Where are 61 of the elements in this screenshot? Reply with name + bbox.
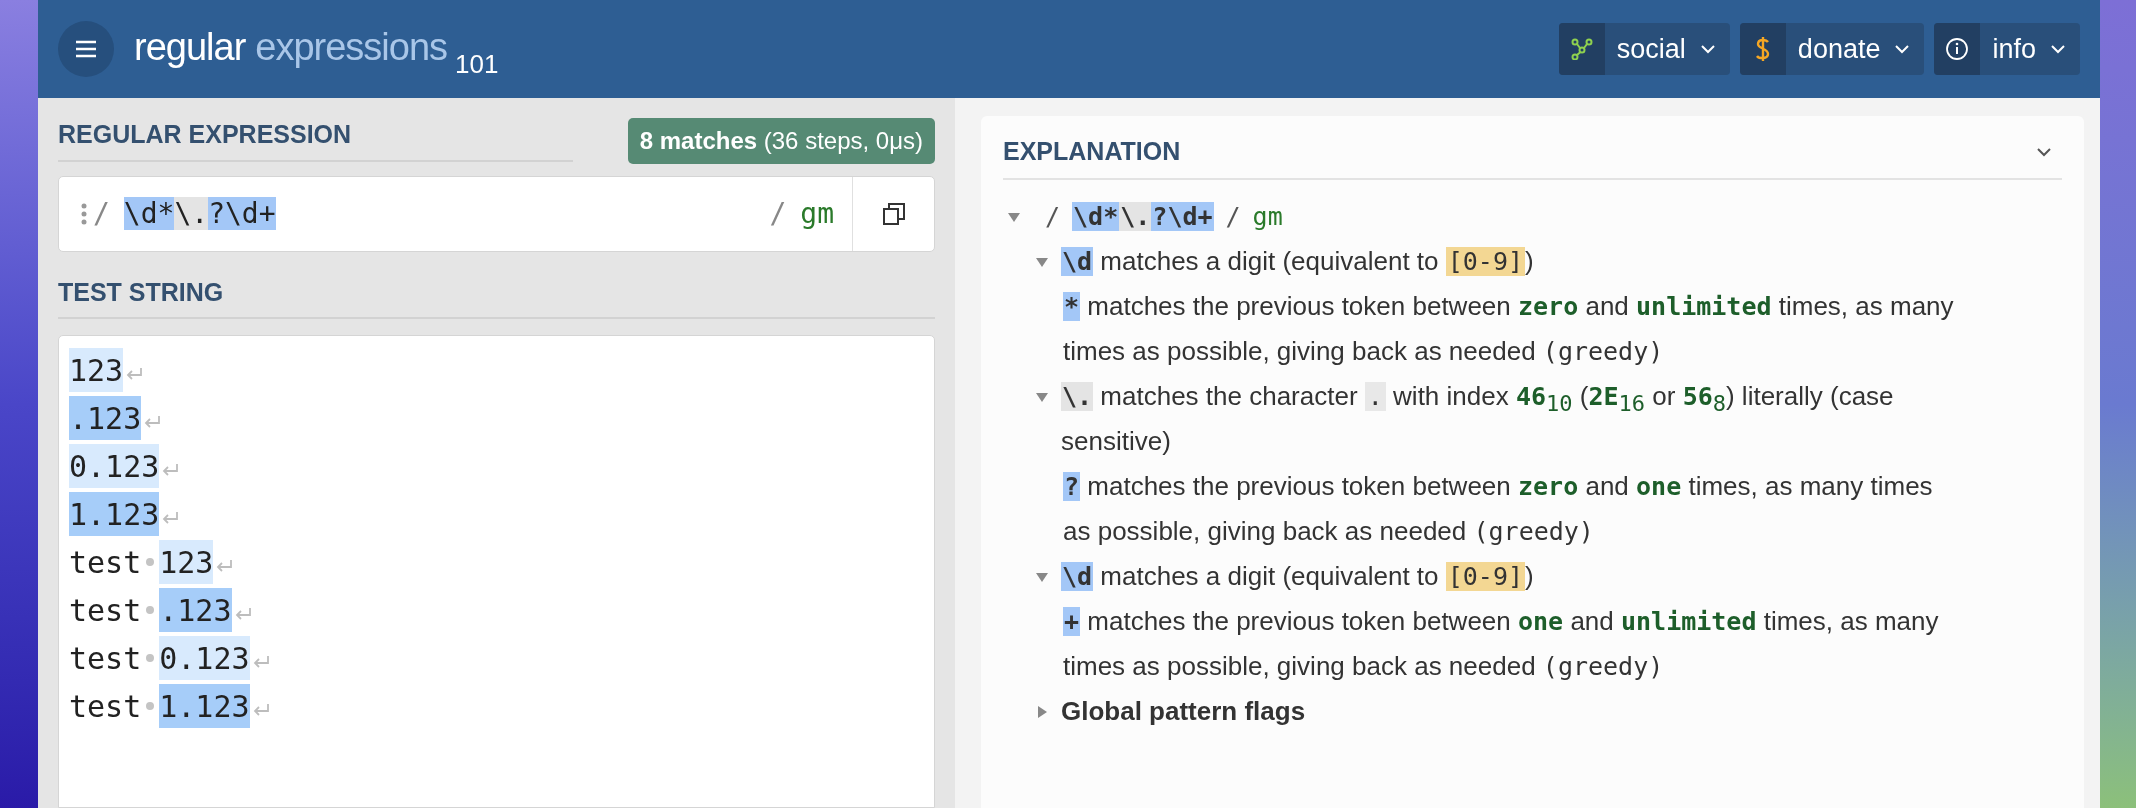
collapse-button[interactable] — [2036, 147, 2052, 157]
chevron-down-icon — [2050, 44, 2066, 54]
header-dropdown-button[interactable]: info — [1934, 23, 2080, 75]
explanation-text: Global pattern flags — [1061, 695, 1306, 728]
chevron-down-icon — [1699, 44, 1716, 54]
chevron-down-icon — [1894, 44, 1911, 54]
regex-delimiter: / — [769, 195, 787, 232]
explanation-text: * matches the previous token between zero and unlimited times, as many times as possible, giving back as needed (greedy) — [1063, 290, 1955, 368]
collapse-triangle-icon[interactable] — [1035, 255, 1049, 269]
test-text: test — [69, 639, 142, 678]
dollar-icon — [1754, 36, 1771, 62]
menu-icon — [74, 39, 98, 59]
line-break-icon — [161, 511, 180, 525]
collapse-triangle-icon[interactable] — [1035, 570, 1049, 584]
match-highlight: .123 — [69, 396, 142, 440]
line-break-icon — [251, 655, 270, 669]
explanation-text: \d matches a digit (equivalent to [0-9]) — [1061, 245, 1534, 278]
line-break-icon — [143, 415, 162, 429]
line-break-icon — [233, 607, 252, 621]
section-title: EXPLANATION — [1003, 136, 1181, 168]
regex-field[interactable]: / \d*\.?\d+ / gm — [58, 175, 935, 252]
match-highlight: 0.123 — [69, 444, 160, 488]
explanation-text: / \d*\.?\d+ / gm — [1044, 201, 1283, 233]
copy-icon — [881, 201, 906, 226]
explanation-text: ? matches the previous token between zero and one times, as many times as possible, giving back as needed (greedy) — [1063, 470, 1934, 548]
line-break-icon — [215, 559, 234, 573]
explanation-text: + matches the previous token between one and unlimited times, as many times as possible, giving back as needed (greedy) — [1063, 605, 1940, 683]
share-nodes-icon — [1570, 38, 1593, 60]
logo-subtitle: expressions — [255, 24, 448, 70]
test-string-editor[interactable]: 123 .123 0.123 1.123 test 123 test .123 test 0.123 test 1.123 — [58, 335, 935, 808]
test-text: test — [69, 687, 142, 726]
match-highlight: 1.123 — [69, 492, 160, 536]
line-break-icon — [125, 367, 144, 381]
collapse-triangle-icon[interactable] — [1035, 390, 1049, 404]
line-break-icon — [251, 703, 270, 717]
line-break-icon — [161, 463, 180, 477]
info-icon — [1945, 37, 1970, 61]
test-text: test — [69, 591, 142, 630]
match-highlight: 123 — [69, 348, 124, 392]
menu-button[interactable] — [58, 21, 114, 77]
regex-delimiter: / — [93, 195, 110, 232]
collapse-triangle-icon[interactable] — [1007, 210, 1021, 224]
explanation-text: \d matches a digit (equivalent to [0-9]) — [1061, 560, 1534, 593]
expand-triangle-icon[interactable] — [1035, 705, 1049, 719]
regex-text: \d*\.?\d+ — [123, 195, 276, 232]
drag-handle-icon — [81, 202, 87, 225]
match-highlight: .123 — [159, 588, 232, 632]
chevron-down-icon — [2036, 147, 2052, 157]
test-text: test — [69, 543, 142, 582]
logo-title: regular — [134, 24, 246, 70]
section-title: REGULAR EXPRESSION — [58, 120, 352, 148]
explanation-text: \. matches the character . with index 46$_{10}$ (2E$_{16}$ or 56$_{8}$) literally (case sensitive) — [1061, 380, 1895, 458]
regex-flags: gm — [800, 195, 834, 232]
match-highlight: 1.123 — [159, 684, 250, 728]
header-dropdown-button[interactable]: social — [1558, 23, 1730, 75]
match-highlight: 0.123 — [159, 636, 250, 680]
section-title: TEST STRING — [58, 277, 224, 306]
match-highlight: 123 — [159, 540, 214, 584]
logo-version: 101 — [455, 47, 499, 81]
match-count-badge: 8 matches (36 steps, 0μs) — [627, 117, 935, 164]
header-dropdown-button[interactable]: donate — [1739, 23, 1925, 75]
